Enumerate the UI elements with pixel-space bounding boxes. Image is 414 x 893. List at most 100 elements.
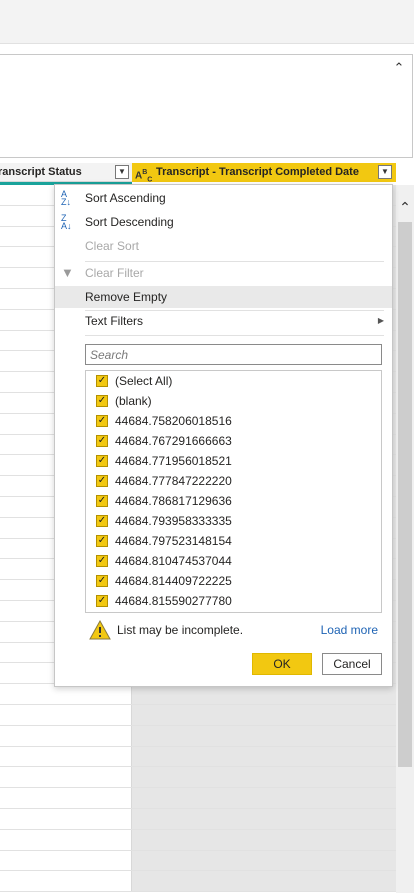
table-row[interactable]: [0, 767, 396, 789]
filter-list-item-label: 44684.777847222220: [115, 474, 232, 488]
filter-list-item[interactable]: ✓ 44684.797523148154: [86, 531, 381, 551]
filter-list-item[interactable]: ✓ 44684.771956018521: [86, 451, 381, 471]
filter-list-item-label: 44684.771956018521: [115, 454, 232, 468]
checkbox[interactable]: ✓: [96, 515, 108, 527]
status-cell[interactable]: [0, 871, 132, 892]
chevron-up-icon[interactable]: ⌃: [392, 61, 406, 75]
table-row[interactable]: [0, 684, 396, 705]
filter-list-item-label: 44684.758206018516: [115, 414, 232, 428]
status-cell[interactable]: [0, 746, 132, 767]
checkbox[interactable]: ✓: [96, 475, 108, 487]
checkbox[interactable]: ✓: [96, 575, 108, 587]
filter-list-item-label: (blank): [115, 394, 152, 408]
formula-bar[interactable]: ⌃: [0, 54, 413, 158]
text-type-icon[interactable]: ABC: [135, 163, 152, 182]
menu-item-label: Sort Ascending: [85, 191, 166, 205]
column-header-transcript-status[interactable]: ranscript Status ▼: [0, 163, 132, 182]
checkbox[interactable]: ✓: [96, 535, 108, 547]
ok-button[interactable]: OK: [252, 653, 312, 675]
vertical-scrollbar[interactable]: ⌃: [396, 185, 414, 893]
checkbox[interactable]: ✓: [96, 495, 108, 507]
column-header-label: ranscript Status: [0, 166, 82, 178]
completed-date-cell[interactable]: [132, 808, 396, 829]
completed-date-cell[interactable]: [132, 684, 396, 704]
filter-list-item[interactable]: ✓ 44684.777847222220: [86, 471, 381, 491]
column-header-label: Transcript - Transcript Completed Date: [156, 166, 359, 178]
table-row[interactable]: [0, 725, 396, 747]
status-cell[interactable]: [0, 829, 132, 850]
filter-list-item-label: 44684.814409722225: [115, 574, 232, 588]
sort-ascending-item[interactable]: A Z↓ Sort Ascending: [55, 187, 392, 209]
text-filters-item[interactable]: Text Filters ▶: [55, 310, 392, 332]
filter-list-item[interactable]: ✓ 44684.767291666663: [86, 431, 381, 451]
completed-date-cell[interactable]: [132, 725, 396, 746]
submenu-arrow-icon: ▶: [377, 316, 384, 325]
completed-date-cell[interactable]: [132, 767, 396, 788]
completed-date-cell[interactable]: [132, 829, 396, 850]
menu-item-label: Sort Descending: [85, 215, 174, 229]
sort-descending-icon: Z A↓: [61, 213, 72, 231]
status-cell[interactable]: [0, 808, 132, 829]
menu-item-label: Clear Filter: [85, 266, 144, 280]
filter-list-item[interactable]: ✓ 44684.814409722225: [86, 571, 381, 591]
checkbox[interactable]: ✓: [96, 595, 108, 607]
menu-item-label: Clear Sort: [85, 239, 140, 253]
completed-date-cell[interactable]: [132, 704, 396, 725]
status-cell[interactable]: [0, 788, 132, 808]
filter-list-item-label: 44684.767291666663: [115, 434, 232, 448]
column-header-completed-date[interactable]: ABC Transcript - Transcript Completed Da…: [132, 163, 396, 182]
cancel-button[interactable]: Cancel: [322, 653, 382, 675]
menu-item-label: Remove Empty: [85, 290, 168, 304]
load-more-link[interactable]: Load more: [321, 623, 378, 637]
checkbox[interactable]: ✓: [96, 375, 108, 387]
sort-descending-item[interactable]: Z A↓ Sort Descending: [55, 211, 392, 233]
filter-list-item-label: 44684.815590277780: [115, 594, 232, 608]
clear-filter-icon: ▼: [61, 265, 74, 280]
menu-separator: [85, 335, 384, 336]
filter-list-item-label: 44684.810474537044: [115, 554, 232, 568]
table-row[interactable]: [0, 871, 396, 893]
status-cell[interactable]: [0, 684, 132, 704]
completed-date-cell[interactable]: [132, 788, 396, 808]
completed-date-cell[interactable]: [132, 850, 396, 871]
clear-filter-item[interactable]: ▼ Clear Filter: [55, 262, 392, 284]
checkbox[interactable]: ✓: [96, 395, 108, 407]
status-cell[interactable]: [0, 725, 132, 746]
status-cell[interactable]: [0, 850, 132, 871]
table-row[interactable]: [0, 746, 396, 768]
completed-date-cell[interactable]: [132, 746, 396, 767]
checkbox[interactable]: ✓: [96, 555, 108, 567]
filter-list-item[interactable]: ✓ 44684.810474537044: [86, 551, 381, 571]
table-row[interactable]: [0, 850, 396, 872]
remove-empty-item[interactable]: Remove Empty: [55, 286, 392, 308]
completed-date-cell[interactable]: [132, 871, 396, 892]
checkbox[interactable]: ✓: [96, 455, 108, 467]
filter-dropdown-icon[interactable]: ▼: [115, 165, 129, 179]
filter-dropdown-icon[interactable]: ▼: [378, 165, 392, 179]
filter-list-item[interactable]: ✓ 44684.793958333335: [86, 511, 381, 531]
table-row[interactable]: [0, 788, 396, 809]
clear-sort-item[interactable]: Clear Sort: [55, 235, 392, 257]
filter-list-item[interactable]: ✓ (Select All): [86, 371, 381, 391]
filter-list-item[interactable]: ✓ 44684.815590277780: [86, 591, 381, 611]
search-input[interactable]: [85, 344, 382, 365]
filter-list-item[interactable]: ✓ 44684.786817129636: [86, 491, 381, 511]
top-strip: [0, 0, 414, 44]
warning-icon: [89, 620, 111, 640]
filter-list-item-label: 44684.786817129636: [115, 494, 232, 508]
filter-list-item[interactable]: ✓ (blank): [86, 391, 381, 411]
scroll-up-icon[interactable]: ⌃: [396, 199, 414, 219]
table-row[interactable]: [0, 829, 396, 851]
filter-value-list[interactable]: ✓ (Select All) ✓ (blank) ✓ 44684.758206018516…: [85, 370, 382, 613]
checkbox[interactable]: ✓: [96, 415, 108, 427]
status-cell[interactable]: [0, 767, 132, 788]
scrollbar-thumb[interactable]: [398, 222, 412, 767]
sort-ascending-icon: A Z↓: [61, 189, 71, 207]
incomplete-list-warning: List may be incomplete.: [117, 623, 244, 637]
checkbox[interactable]: ✓: [96, 435, 108, 447]
status-cell[interactable]: [0, 704, 132, 725]
filter-list-item[interactable]: ✓ 44684.758206018516: [86, 411, 381, 431]
menu-item-label: Text Filters: [85, 314, 144, 328]
table-row[interactable]: [0, 704, 396, 726]
table-row[interactable]: [0, 808, 396, 830]
